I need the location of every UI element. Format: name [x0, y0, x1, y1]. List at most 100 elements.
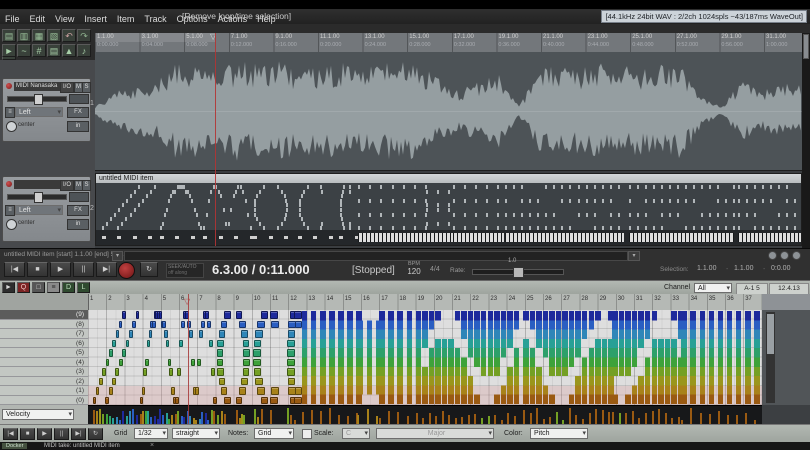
pan-mode-icon[interactable]: ≡ [5, 205, 15, 216]
velocity-bar[interactable] [221, 411, 223, 425]
midi-note[interactable] [224, 311, 231, 319]
velocity-bar[interactable] [213, 411, 215, 425]
loop-section-icon[interactable]: L [77, 282, 90, 293]
midi-note[interactable] [171, 387, 175, 395]
midi-note[interactable] [132, 321, 136, 329]
midi-note[interactable] [145, 359, 149, 367]
pan-knob[interactable] [6, 121, 17, 132]
midi-note[interactable] [270, 311, 278, 319]
midi-note-column[interactable] [422, 311, 428, 404]
midi-note[interactable] [201, 321, 205, 329]
midi-note-column[interactable] [357, 311, 363, 404]
midi-note-column[interactable] [329, 311, 335, 404]
midi-note-column[interactable] [367, 311, 373, 404]
midi-note[interactable] [96, 387, 100, 395]
track-panel-1[interactable]: MIDI Nanasaka I/O M S ≡ Left FX center i… [2, 78, 91, 142]
key-row-label[interactable]: (9) [0, 310, 88, 320]
envelope-icon[interactable]: ~ [17, 44, 31, 57]
grid-combo[interactable]: 1/32 [134, 428, 168, 439]
midi-note-column[interactable] [658, 311, 664, 404]
volume-fader[interactable] [7, 194, 67, 200]
pause-button[interactable]: || [73, 262, 94, 277]
bpm-value[interactable]: 120 [402, 267, 426, 276]
midi-note[interactable] [181, 321, 185, 329]
midi-ruler[interactable]: 1234567891011121314151617181920212223242… [0, 294, 810, 311]
playback-position[interactable]: 6.3.00 / 0:11.000 [212, 262, 310, 277]
velocity-bars[interactable] [88, 405, 762, 425]
velocity-bar[interactable] [147, 411, 149, 425]
midi-note-column[interactable] [632, 311, 638, 404]
velocity-bar[interactable] [99, 409, 101, 425]
midi-note-column[interactable] [523, 311, 529, 404]
midi-note-column[interactable] [442, 311, 448, 404]
midi-note-column[interactable] [461, 311, 467, 404]
midi-note[interactable] [287, 368, 295, 376]
midi-note-column[interactable] [448, 311, 454, 404]
media-explorer-icon[interactable]: ▤ [47, 44, 61, 57]
midi-note[interactable] [217, 349, 224, 357]
take-tab[interactable]: MIDI take: untitled MIDI item [44, 443, 120, 449]
midi-note[interactable] [209, 340, 213, 348]
midi-note[interactable] [257, 321, 265, 329]
midi-note[interactable] [243, 368, 250, 376]
midi-note-column[interactable] [582, 311, 588, 404]
midi-note-column[interactable] [543, 311, 549, 404]
midi-item[interactable]: untitled MIDI item [95, 173, 802, 246]
midi-note[interactable] [116, 330, 120, 338]
midi-note[interactable] [106, 359, 110, 367]
menu-item-file[interactable]: File [0, 12, 25, 24]
time-signature[interactable]: 4/4 [430, 266, 440, 273]
midi-stop-button[interactable]: ■ [20, 428, 35, 440]
midi-note-column[interactable] [690, 311, 696, 404]
track-name-field[interactable]: MIDI Nanasaka [14, 82, 60, 91]
midi-note-column[interactable] [481, 311, 487, 404]
midi-note[interactable] [221, 387, 228, 395]
midi-note[interactable] [288, 378, 296, 386]
play-button[interactable]: ▶ [50, 262, 71, 277]
piano-roll[interactable] [88, 310, 762, 405]
midi-note[interactable] [93, 397, 97, 405]
io-button[interactable]: I/O [60, 82, 74, 93]
midi-note-column[interactable] [536, 311, 542, 404]
midi-note-column[interactable] [595, 311, 601, 404]
midi-note-column[interactable] [507, 311, 513, 404]
midi-note-column[interactable] [501, 311, 507, 404]
midi-note-column[interactable] [589, 311, 595, 404]
pan-knob[interactable] [6, 219, 17, 230]
menu-item-edit[interactable]: Edit [25, 12, 51, 24]
item-dropdown-icon[interactable]: ▾ [112, 251, 123, 261]
key-row-label[interactable]: (2) [0, 377, 88, 387]
midi-note[interactable] [239, 321, 246, 329]
midi-note[interactable] [99, 378, 103, 386]
key-row-label[interactable]: (1) [0, 386, 88, 396]
stop-button[interactable]: ■ [27, 262, 48, 277]
key-row-label[interactable]: (4) [0, 358, 88, 368]
midi-note-column[interactable] [754, 311, 760, 404]
midi-note[interactable] [236, 311, 243, 319]
midi-note-column[interactable] [727, 311, 733, 404]
midi-note[interactable] [126, 340, 130, 348]
io-button[interactable]: I/O [60, 180, 74, 191]
repeat-button[interactable]: ↻ [140, 262, 158, 277]
midi-note[interactable] [271, 321, 279, 329]
midi-note[interactable] [243, 349, 250, 357]
midi-note[interactable] [142, 387, 146, 395]
menu-item-track[interactable]: Track [139, 12, 171, 24]
velocity-bar[interactable] [602, 410, 604, 425]
midi-note[interactable] [288, 330, 296, 338]
midi-note[interactable] [112, 340, 116, 348]
midi-scrollbar-thumb[interactable] [767, 314, 774, 354]
midi-note-column[interactable] [556, 311, 562, 404]
midi-note-column[interactable] [488, 311, 494, 404]
midi-go-to-start-button[interactable]: |◀ [3, 428, 18, 440]
midi-note-column[interactable] [311, 311, 317, 404]
midi-note-column[interactable] [638, 311, 644, 404]
velocity-bar[interactable] [569, 408, 571, 425]
midi-note[interactable] [219, 378, 226, 386]
midi-note-column[interactable] [645, 311, 651, 404]
midi-note[interactable] [189, 330, 193, 338]
midi-note-column[interactable] [575, 311, 581, 404]
input-button[interactable]: in [67, 121, 89, 132]
cc-lane-combo[interactable]: Velocity [2, 409, 74, 420]
midi-note-column[interactable] [652, 311, 658, 404]
